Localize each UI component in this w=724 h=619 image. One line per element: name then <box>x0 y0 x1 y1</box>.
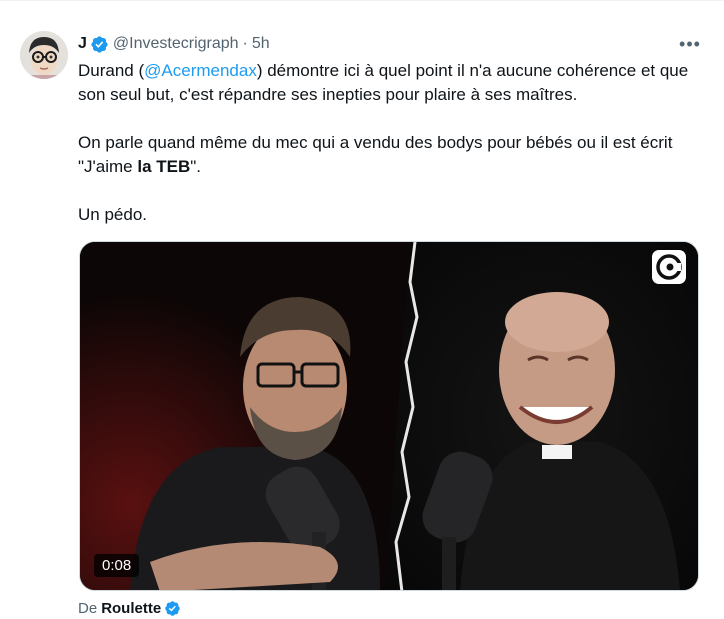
tweet-header: J @Investecrigraph · 5h <box>78 33 270 55</box>
author-display-name[interactable]: J <box>78 35 87 53</box>
video-player[interactable]: 0:08 <box>79 241 699 591</box>
tweet-paragraph-2: On parle quand même du mec qui a vendu d… <box>78 131 708 179</box>
tweet-paragraph-3: Un pédo. <box>78 205 147 224</box>
tweet-paragraph-1: Durand (@Acermendax) démontre ici à quel… <box>78 59 708 107</box>
mention-link[interactable]: @Acermendax <box>144 61 257 80</box>
video-duration-badge: 0:08 <box>94 554 140 577</box>
attribution-account-link[interactable]: Roulette <box>101 600 161 617</box>
attribution-prefix: De <box>78 600 98 617</box>
bold-text: la TEB <box>137 157 191 176</box>
video-attribution: De Roulette <box>78 600 181 617</box>
tweet-card[interactable]: J @Investecrigraph · 5h ••• Durand (@Ace… <box>0 0 724 619</box>
verified-badge-icon <box>164 600 181 617</box>
channel-logo-icon <box>652 250 686 284</box>
avatar-image <box>20 31 68 79</box>
video-thumbnail <box>80 242 698 590</box>
text-segment: ". <box>190 157 202 176</box>
author-handle[interactable]: @Investecrigraph <box>113 35 239 53</box>
tweet-text: Durand (@Acermendax) démontre ici à quel… <box>78 59 708 227</box>
tweet-timestamp[interactable]: 5h <box>252 35 270 53</box>
verified-badge-icon <box>90 35 109 54</box>
more-options-button[interactable]: ••• <box>678 33 702 54</box>
header-separator: · <box>242 35 248 52</box>
author-avatar[interactable] <box>20 31 68 79</box>
text-segment: Durand ( <box>78 61 145 80</box>
more-icon: ••• <box>679 33 701 54</box>
